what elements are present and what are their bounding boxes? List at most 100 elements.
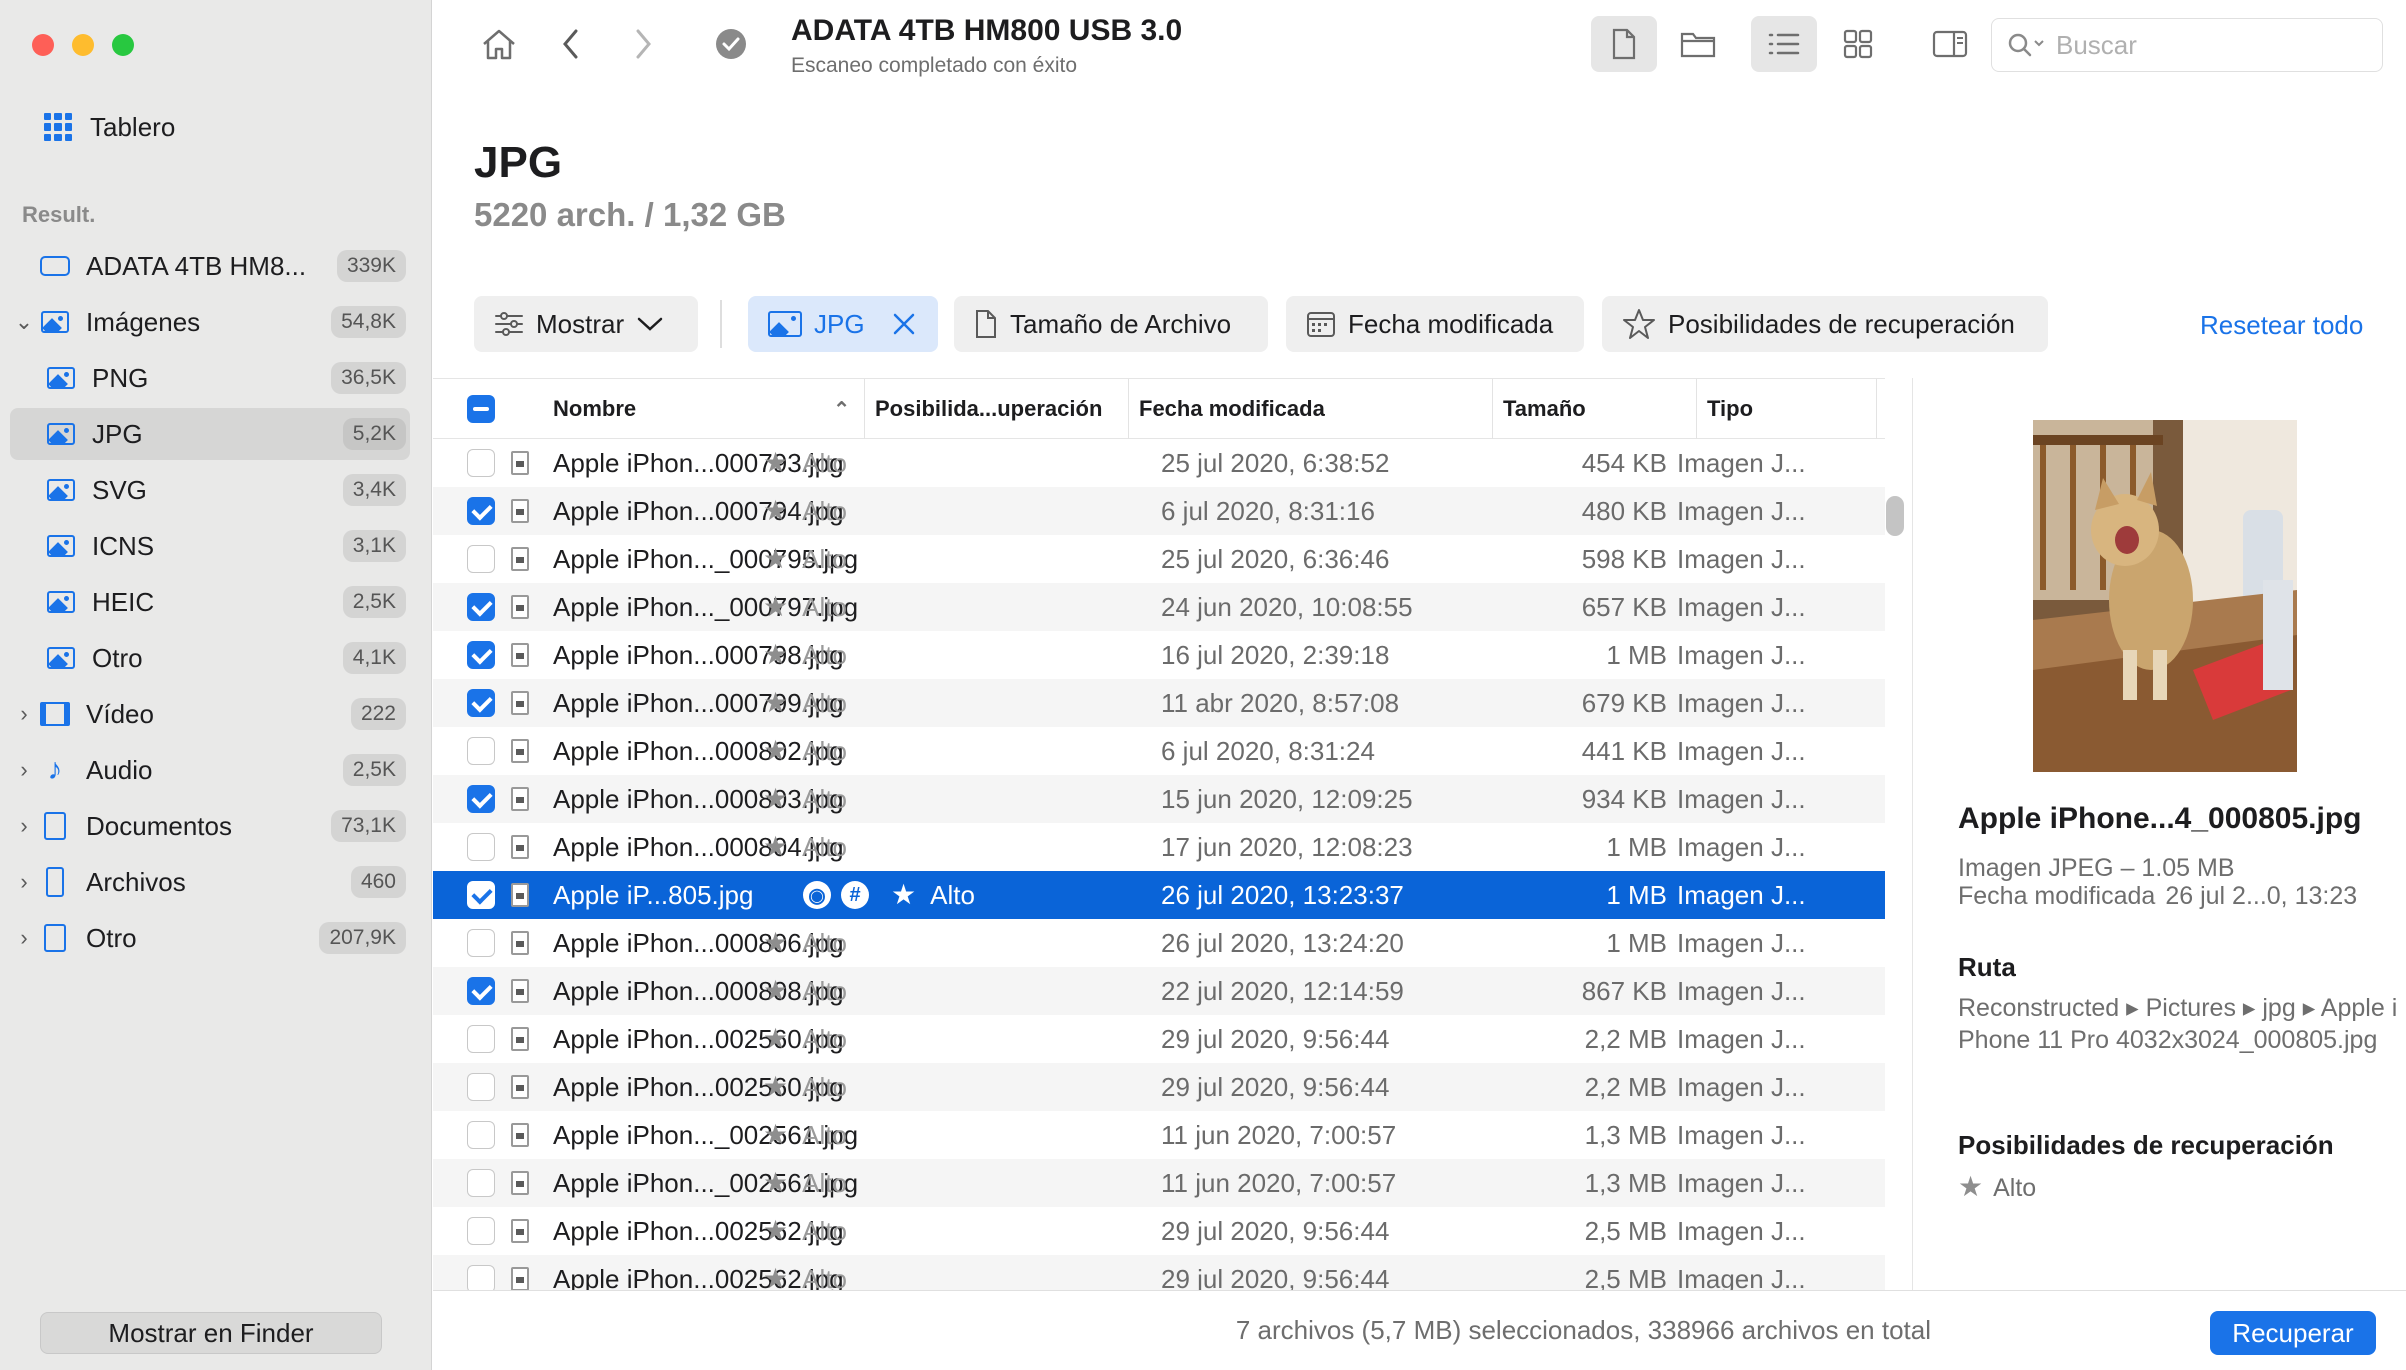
row-checkbox[interactable] xyxy=(467,1025,495,1053)
sidebar-item-documents[interactable]: › Documentos 73,1K xyxy=(10,800,410,852)
file-type: Imagen J... xyxy=(1677,1024,1806,1054)
file-name: Apple iP...805.jpg xyxy=(553,880,754,910)
table-row[interactable]: Apple iPhon..._000795.jpg ★ Alto 25 jul 202… xyxy=(433,535,1885,583)
chevron-right-icon[interactable]: › xyxy=(10,813,38,839)
sidebar-item-other-images[interactable]: Otro 4,1K xyxy=(10,632,410,684)
forward-button[interactable] xyxy=(623,24,663,64)
table-row[interactable]: Apple iPhon...002560.jpg ★ Alto 29 jul 2020… xyxy=(433,1015,1885,1063)
table-row[interactable]: Apple iP...805.jpg ◉ # ★ Alto 26 jul 2020, 13… xyxy=(433,871,1885,919)
home-icon[interactable] xyxy=(477,22,521,66)
column-header-type[interactable]: Tipo xyxy=(1697,379,1877,439)
file-size: 657 KB xyxy=(1581,592,1667,622)
table-row[interactable]: Apple iPhon...000794.jpg ★ Alto 6 jul 2020,… xyxy=(433,487,1885,535)
recovery-chance-label: Alto xyxy=(802,1072,847,1102)
file-size-filter[interactable]: Tamaño de Archivo xyxy=(954,296,1268,352)
sidebar-item-images[interactable]: ⌄ Imágenes 54,8K xyxy=(10,296,410,348)
sidebar-item-audio[interactable]: › ♪ Audio 2,5K xyxy=(10,744,410,796)
preview-eye-icon[interactable]: ◉ xyxy=(803,881,831,909)
search-icon xyxy=(2008,33,2044,57)
sidebar-item-archives[interactable]: › Archivos 460 xyxy=(10,856,410,908)
file-view-button[interactable] xyxy=(1591,16,1657,72)
grid-view-button[interactable] xyxy=(1825,16,1891,72)
table-row[interactable]: Apple iPhon...000808.jpg ★ Alto 22 jul 2020… xyxy=(433,967,1885,1015)
sidebar-item-other[interactable]: › Otro 207,9K xyxy=(10,912,410,964)
table-row[interactable]: Apple iPhon...000804.jpg ★ Alto 17 jun 2020… xyxy=(433,823,1885,871)
row-checkbox[interactable] xyxy=(467,737,495,765)
image-icon xyxy=(768,311,802,337)
date-modified-filter[interactable]: Fecha modificada xyxy=(1286,296,1584,352)
sidebar-item-svg[interactable]: SVG 3,4K xyxy=(10,464,410,516)
table-row[interactable]: Apple iPhon...000798.jpg ★ Alto 16 jul 2020… xyxy=(433,631,1885,679)
row-checkbox[interactable] xyxy=(467,977,495,1005)
recovery-chances-filter[interactable]: Posibilidades de recuperación xyxy=(1602,296,2048,352)
table-row[interactable]: Apple iPhon...000793.jpg ★ Alto 25 jul 2020… xyxy=(433,439,1885,487)
minimize-window-button[interactable] xyxy=(72,34,94,56)
folder-view-button[interactable] xyxy=(1665,16,1731,72)
chevron-right-icon[interactable]: › xyxy=(10,925,38,951)
show-filter-dropdown[interactable]: Mostrar xyxy=(474,296,698,352)
row-checkbox[interactable] xyxy=(467,1217,495,1245)
table-row[interactable]: Apple iPhon...000806.jpg ★ Alto 26 jul 2020… xyxy=(433,919,1885,967)
file-icon xyxy=(511,739,529,763)
chevron-down-icon[interactable]: ⌄ xyxy=(10,309,38,335)
sidebar-item-jpg[interactable]: JPG 5,2K xyxy=(10,408,410,460)
preview-panel-toggle[interactable] xyxy=(1917,16,1983,72)
table-row[interactable]: Apple iPhon..._000797.jpg ★ Alto 24 jun 202… xyxy=(433,583,1885,631)
select-all-checkbox[interactable] xyxy=(457,379,517,439)
sidebar-item-heic[interactable]: HEIC 2,5K xyxy=(10,576,410,628)
sidebar-item-png[interactable]: PNG 36,5K xyxy=(10,352,410,404)
hash-icon[interactable]: # xyxy=(841,881,869,909)
close-icon[interactable] xyxy=(891,311,917,337)
back-button[interactable] xyxy=(551,24,591,64)
file-type: Imagen J... xyxy=(1677,928,1806,958)
table-row[interactable]: Apple iPhon...002562.jpg ★ Alto 29 jul 2020… xyxy=(433,1255,1885,1290)
row-checkbox[interactable] xyxy=(467,881,495,909)
sidebar-item-label: Otro xyxy=(86,922,137,953)
chevron-right-icon[interactable]: › xyxy=(10,869,38,895)
column-header-date-modified[interactable]: Fecha modificada xyxy=(1129,379,1493,439)
table-row[interactable]: Apple iPhon...002560.jpg ★ Alto 29 jul 2020… xyxy=(433,1063,1885,1111)
file-size: 2,5 MB xyxy=(1584,1264,1667,1290)
table-row[interactable]: Apple iPhon...000803.jpg ★ Alto 15 jun 2020… xyxy=(433,775,1885,823)
sidebar-item-video[interactable]: › Vídeo 222 xyxy=(10,688,410,740)
sidebar-item-icns[interactable]: ICNS 3,1K xyxy=(10,520,410,572)
table-row[interactable]: Apple iPhon..._002561.jpg ★ Alto 11 jun 202… xyxy=(433,1111,1885,1159)
row-checkbox[interactable] xyxy=(467,785,495,813)
column-header-recovery-chances[interactable]: Posibilida...uperación xyxy=(865,379,1129,439)
sidebar-item-drive[interactable]: ADATA 4TB HM8... 339K xyxy=(10,240,410,292)
row-checkbox[interactable] xyxy=(467,497,495,525)
search-input[interactable] xyxy=(2056,29,2376,61)
recovery-chance: ★ Alto xyxy=(763,1207,847,1255)
chevron-right-icon[interactable]: › xyxy=(10,757,38,783)
row-checkbox[interactable] xyxy=(467,641,495,669)
row-checkbox[interactable] xyxy=(467,449,495,477)
row-checkbox[interactable] xyxy=(467,1169,495,1197)
list-view-button[interactable] xyxy=(1751,16,1817,72)
row-checkbox[interactable] xyxy=(467,1073,495,1101)
row-checkbox[interactable] xyxy=(467,1121,495,1149)
reset-all-link[interactable]: Resetear todo xyxy=(2200,310,2363,341)
table-row[interactable]: Apple iPhon...002562.jpg ★ Alto 29 jul 2020… xyxy=(433,1207,1885,1255)
recovery-chance-label: Alto xyxy=(802,736,847,766)
sidebar-item-dashboard[interactable]: Tablero xyxy=(44,106,175,148)
close-window-button[interactable] xyxy=(32,34,54,56)
row-checkbox[interactable] xyxy=(467,545,495,573)
table-row[interactable]: Apple iPhon...000799.jpg ★ Alto 11 abr 2020… xyxy=(433,679,1885,727)
chevron-right-icon[interactable]: › xyxy=(10,701,38,727)
row-checkbox[interactable] xyxy=(467,593,495,621)
column-header-size[interactable]: Tamaño xyxy=(1493,379,1697,439)
table-row[interactable]: Apple iPhon...000802.jpg ★ Alto 6 jul 2020,… xyxy=(433,727,1885,775)
column-header-name[interactable]: Nombre ⌃ xyxy=(543,379,865,439)
show-in-finder-button[interactable]: Mostrar en Finder xyxy=(40,1312,382,1354)
row-checkbox[interactable] xyxy=(467,929,495,957)
file-size: 679 KB xyxy=(1581,688,1667,718)
search-field[interactable] xyxy=(1991,18,2383,72)
table-row[interactable]: Apple iPhon..._002561.jpg ★ Alto 11 jun 202… xyxy=(433,1159,1885,1207)
recover-button[interactable]: Recuperar xyxy=(2210,1311,2376,1355)
table-scrollbar[interactable] xyxy=(1886,496,1904,536)
row-checkbox[interactable] xyxy=(467,833,495,861)
zoom-window-button[interactable] xyxy=(112,34,134,56)
row-checkbox[interactable] xyxy=(467,689,495,717)
jpg-filter-chip[interactable]: JPG xyxy=(748,296,938,352)
row-checkbox[interactable] xyxy=(467,1265,495,1290)
